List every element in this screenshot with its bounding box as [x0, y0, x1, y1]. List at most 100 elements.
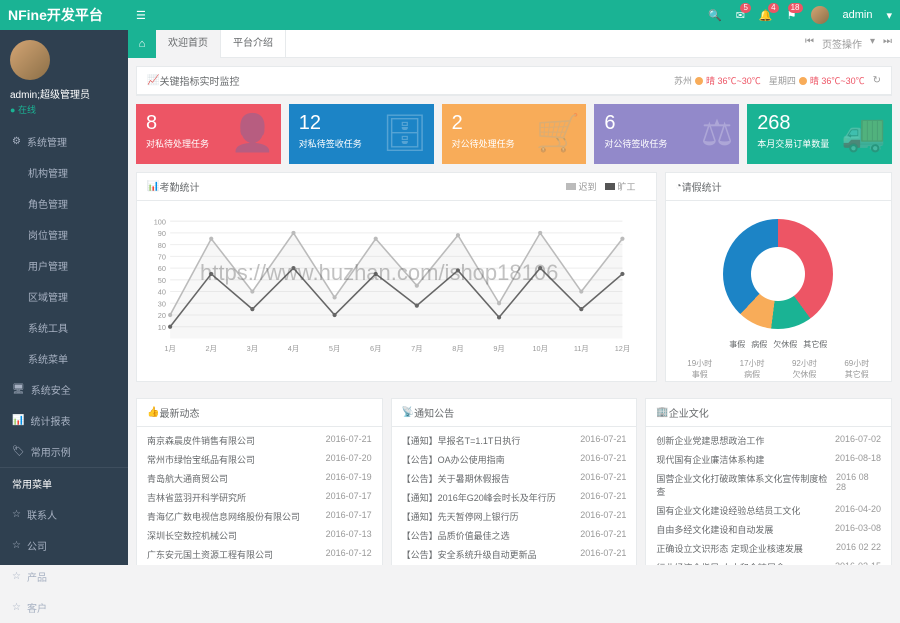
nav-report[interactable]: 📊统计报表	[0, 405, 128, 436]
search-icon[interactable]: 🔍	[708, 9, 722, 22]
svg-text:100: 100	[154, 217, 166, 226]
card-private-sign[interactable]: 12对私待签收任务🗄	[289, 104, 434, 164]
panel-title: 关键指标实时监控	[159, 73, 239, 88]
fav-contact[interactable]: ☆联系人	[0, 499, 128, 530]
list-item[interactable]: 【公告】关于暑期休假报告2016-07-21	[402, 469, 627, 488]
svg-text:40: 40	[158, 288, 166, 297]
list-panel: 👍 最新动态南京森晨皮件销售有限公司2016-07-21常州市绿怡宝纸品有限公司…	[136, 398, 383, 565]
bottom-lists: 👍 最新动态南京森晨皮件销售有限公司2016-07-21常州市绿怡宝纸品有限公司…	[136, 398, 892, 565]
list-item[interactable]: 正确设立文识形态 定现企业核速发展2016 02 22	[656, 539, 881, 558]
svg-text:7月: 7月	[411, 344, 422, 353]
svg-text:4月: 4月	[288, 344, 299, 353]
svg-text:10: 10	[158, 323, 166, 332]
nav-menu[interactable]: 系统菜单	[0, 343, 128, 374]
card-orders[interactable]: 268本月交易订单数量🚚	[747, 104, 892, 164]
list-item[interactable]: 【公告】安全系统升级自动更新品2016-07-21	[402, 545, 627, 564]
tab-next-icon[interactable]: ⏭	[883, 36, 892, 51]
tab-home-icon[interactable]: ⌂	[128, 30, 156, 58]
list-item[interactable]: 现代国有企业廉洁体系构建2016-08-18	[656, 450, 881, 469]
mail-icon[interactable]: ✉5	[736, 9, 745, 22]
list-item[interactable]: 行业经济企指导 人本和金精展念2016-02-15	[656, 558, 881, 565]
avatar	[10, 40, 50, 80]
nav-tools[interactable]: 系统工具	[0, 312, 128, 343]
chevron-down-icon[interactable]: ▾	[886, 9, 892, 22]
flag-icon[interactable]: ⚑18	[787, 9, 797, 22]
svg-text:11月: 11月	[574, 344, 589, 353]
nav-area[interactable]: 区域管理	[0, 281, 128, 312]
list-item[interactable]: 国营企业文化打破政策体系文化宣传制度检查2016 08 28	[656, 469, 881, 501]
profile-block: admin;超级管理员 ● 在线	[0, 30, 128, 126]
fav-company[interactable]: ☆公司	[0, 530, 128, 561]
stat-cards: 8对私待处理任务👤 12对私待签收任务🗄 2对公待处理任务🛒 6对公待签收任务⚖…	[136, 104, 892, 164]
server-icon: 🗄	[382, 112, 428, 154]
list-item[interactable]: 国有企业文化建设经验总结员工文化2016-04-20	[656, 501, 881, 520]
star-icon: ☆	[12, 509, 21, 520]
svg-text:50: 50	[158, 276, 166, 285]
list-item[interactable]: 【通知】2016年G20峰会时长及年行历2016-07-21	[402, 488, 627, 507]
svg-text:90: 90	[158, 229, 166, 238]
nav-role[interactable]: 角色管理	[0, 188, 128, 219]
cart-icon: 🛒	[536, 112, 581, 154]
list-item[interactable]: 广东安元国土资源工程有限公司2016-07-12	[147, 545, 372, 564]
list-panel: 🏢 企业文化创新企业党建思想政治工作2016-07-02现代国有企业廉洁体系构建…	[645, 398, 892, 565]
svg-text:1月: 1月	[164, 344, 175, 353]
svg-text:70: 70	[158, 253, 166, 262]
username[interactable]: admin	[843, 9, 873, 21]
svg-text:30: 30	[158, 299, 166, 308]
refresh-icon[interactable]: ↻	[873, 75, 881, 86]
card-private-pending[interactable]: 8对私待处理任务👤	[136, 104, 281, 164]
svg-text:12月: 12月	[615, 344, 630, 353]
fav-product[interactable]: ☆产品	[0, 561, 128, 592]
svg-text:6月: 6月	[370, 344, 381, 353]
svg-text:10月: 10月	[532, 344, 547, 353]
card-public-sign[interactable]: 6对公待签收任务⚖	[594, 104, 739, 164]
nav-org[interactable]: 机构管理	[0, 157, 128, 188]
attendance-chart-panel: 📊 考勤统计 迟到 旷工 1020304050607080901001月2月3月…	[136, 172, 657, 382]
nav-position[interactable]: 岗位管理	[0, 219, 128, 250]
list-item[interactable]: 【通知】先天暂停网上银行历2016-07-21	[402, 507, 627, 526]
svg-text:5月: 5月	[329, 344, 340, 353]
nav-system[interactable]: ⚙系统管理	[0, 126, 128, 157]
chart-line-icon: 📈	[147, 75, 159, 86]
leave-pie-panel: ◔ 请假统计 事假 病假 欠休假 其它假 19小时事假 17小时病假 92小时	[665, 172, 892, 382]
svg-text:3月: 3月	[247, 344, 258, 353]
menu-toggle-icon[interactable]: ☰	[128, 9, 154, 22]
nav-example[interactable]: 🏷常用示例	[0, 436, 128, 467]
tab-intro[interactable]: 平台介绍	[221, 30, 286, 58]
gavel-icon: ⚖	[701, 112, 733, 154]
list-item[interactable]: 吉林省蓝羽开科学研究所2016-07-17	[147, 488, 372, 507]
user-icon: 👤	[230, 112, 275, 154]
list-panel: 📡 通知公告【通知】早报名T=1.1T日执行2016-07-21【公告】OA办公…	[391, 398, 638, 565]
svg-text:80: 80	[158, 241, 166, 250]
card-public-pending[interactable]: 2对公待处理任务🛒	[442, 104, 587, 164]
list-item[interactable]: 【公告】OA办公使用指南2016-07-21	[402, 450, 627, 469]
bell-icon[interactable]: 🔔4	[759, 9, 773, 22]
list-item[interactable]: 深圳长空数控机械公司2016-07-13	[147, 526, 372, 545]
fav-header: 常用菜单	[0, 467, 128, 499]
index-panel: 📈 关键指标实时监控 苏州 晴 36℃~30℃ 星期四 晴 36℃~30℃ ↻	[136, 66, 892, 96]
svg-text:20: 20	[158, 311, 166, 320]
tabbar: ⌂ 欢迎首页 平台介绍 ⏮ 页签操作▾ ⏭	[128, 30, 900, 58]
tab-welcome[interactable]: 欢迎首页	[156, 30, 221, 58]
svg-text:2月: 2月	[206, 344, 217, 353]
bar-chart-icon: 📊	[147, 181, 159, 192]
list-item[interactable]: 【通知】早报名T=1.1T日执行2016-07-21	[402, 431, 627, 450]
nav-security[interactable]: 🖥系统安全	[0, 374, 128, 405]
list-item[interactable]: 南京森晨皮件销售有限公司2016-07-21	[147, 431, 372, 450]
list-item[interactable]: 青岛航大通商贸公司2016-07-19	[147, 469, 372, 488]
svg-text:9月: 9月	[493, 344, 504, 353]
tab-ops[interactable]: 页签操作	[822, 36, 862, 51]
nav-user[interactable]: 用户管理	[0, 250, 128, 281]
fav-customer[interactable]: ☆客户	[0, 592, 128, 623]
list-item[interactable]: 【公告】品质价值最佳之选2016-07-21	[402, 526, 627, 545]
list-item[interactable]: 常州市绿怡宝纸品有限公司2016-07-20	[147, 450, 372, 469]
tab-prev-icon[interactable]: ⏮	[805, 36, 814, 51]
truck-icon: 🚚	[841, 112, 886, 154]
star-icon: ☆	[12, 602, 21, 613]
line-chart: 1020304050607080901001月2月3月4月5月6月7月8月9月1…	[145, 209, 648, 359]
avatar[interactable]	[811, 6, 829, 24]
list-item[interactable]: 创新企业党建思想政治工作2016-07-02	[656, 431, 881, 450]
list-item[interactable]: 自由多经文化建设和自动发展2016-03-08	[656, 520, 881, 539]
list-item[interactable]: 青海亿广数电视信息网络股份有限公司2016-07-17	[147, 507, 372, 526]
svg-text:60: 60	[158, 264, 166, 273]
